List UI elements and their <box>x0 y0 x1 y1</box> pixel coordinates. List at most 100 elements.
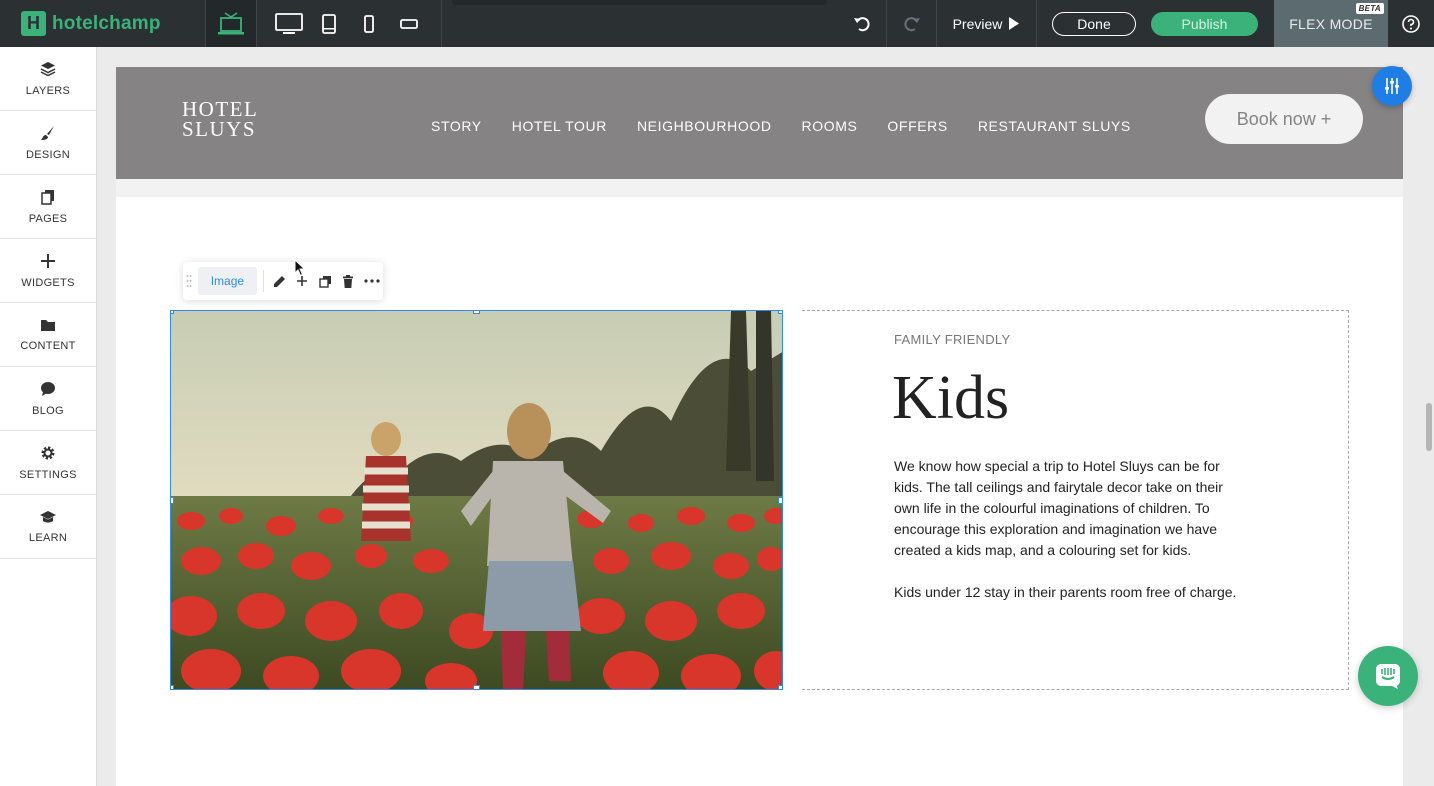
sidebar-item-label: SETTINGS <box>19 468 77 481</box>
editor-canvas: HOTEL SLUYS STORY HOTEL TOUR NEIGHBOURHO… <box>97 47 1434 786</box>
resize-handle-mr[interactable] <box>778 497 782 504</box>
section-eyebrow[interactable]: FAMILY FRIENDLY <box>894 332 1010 347</box>
body-paragraph-2: Kids under 12 stay in their parents room… <box>894 584 1237 600</box>
beta-badge: BETA <box>1355 3 1384 14</box>
device-switcher <box>257 0 442 47</box>
sidebar-item-settings[interactable]: SETTINGS <box>0 431 96 495</box>
layers-icon <box>40 61 56 76</box>
resize-handle-br[interactable] <box>778 685 782 689</box>
site-nav: STORY HOTEL TOUR NEIGHBOURHOOD ROOMS OFF… <box>431 118 1161 134</box>
nav-offers[interactable]: OFFERS <box>887 118 947 134</box>
redo-icon <box>903 16 920 31</box>
hotel-logo-line1: HOTEL <box>182 97 259 121</box>
desktop-view-button[interactable] <box>269 0 309 47</box>
sidebar-item-pages[interactable]: PAGES <box>0 175 96 239</box>
brush-icon <box>41 125 54 140</box>
drag-handle-icon[interactable] <box>183 262 196 300</box>
book-now-button[interactable]: Book now + <box>1205 94 1363 144</box>
resize-handle-tr[interactable] <box>778 311 782 314</box>
duplicate-icon <box>319 275 331 288</box>
mobile-landscape-icon <box>400 18 418 29</box>
play-icon <box>1009 17 1020 30</box>
logo-text: hotelchamp <box>52 12 161 34</box>
sidebar-item-label: LAYERS <box>25 84 71 97</box>
sidebar-item-label: DESIGN <box>26 148 70 161</box>
undo-icon <box>853 16 870 31</box>
left-sidebar: LAYERS DESIGN PAGES WIDGETS CONTENT BLOG <box>0 47 97 786</box>
duplicate-element-button[interactable] <box>314 262 337 300</box>
resize-handle-bl[interactable] <box>171 685 174 689</box>
delete-element-button[interactable] <box>337 262 360 300</box>
publish-button[interactable]: Publish <box>1151 11 1258 36</box>
sidebar-item-blog[interactable]: BLOG <box>0 367 96 431</box>
hotel-logo[interactable]: HOTEL SLUYS <box>182 97 259 141</box>
sidebar-item-content[interactable]: CONTENT <box>0 303 96 367</box>
logo-mark: H <box>21 11 46 36</box>
element-type-tag[interactable]: Image <box>197 267 257 295</box>
help-button[interactable] <box>1388 0 1434 47</box>
mouse-cursor-icon <box>294 259 306 277</box>
laptop-view-button[interactable] <box>206 0 257 47</box>
section-body[interactable]: We know how special a trip to Hotel Sluy… <box>894 456 1239 603</box>
nav-rooms[interactable]: ROOMS <box>802 118 858 134</box>
hotel-logo-line2: SLUYS <box>182 117 257 141</box>
sidebar-item-label: PAGES <box>28 212 68 225</box>
pages-icon <box>41 189 54 205</box>
site-header[interactable]: HOTEL SLUYS STORY HOTEL TOUR NEIGHBOURHO… <box>116 67 1403 179</box>
flex-mode-label: FLEX MODE <box>1289 15 1373 32</box>
laptop-icon <box>218 11 244 34</box>
flex-mode-button[interactable]: FLEX MODE BETA <box>1274 0 1388 47</box>
undo-button[interactable] <box>837 0 887 47</box>
site-page: HOTEL SLUYS STORY HOTEL TOUR NEIGHBOURHO… <box>116 67 1403 786</box>
element-toolbar: Image <box>183 262 383 300</box>
app-logo[interactable]: H hotelchamp <box>0 0 206 47</box>
chat-bubble-icon <box>1376 664 1400 689</box>
pencil-icon <box>273 275 285 287</box>
sidebar-item-design[interactable]: DESIGN <box>0 111 96 175</box>
page-scrollbar[interactable] <box>1426 403 1432 451</box>
graduation-cap-icon <box>40 510 56 522</box>
trash-icon <box>343 274 354 288</box>
topbar-spacer <box>442 0 837 47</box>
flex-settings-button[interactable] <box>1372 66 1412 106</box>
preview-button[interactable]: Preview <box>937 0 1037 47</box>
sidebar-item-label: LEARN <box>28 531 68 544</box>
more-icon <box>363 279 380 283</box>
preview-label: Preview <box>952 15 1003 32</box>
resize-handle-ml[interactable] <box>171 497 174 504</box>
done-button[interactable]: Done <box>1052 11 1136 36</box>
tulip-field-photo <box>171 311 782 689</box>
nav-hotel-tour[interactable]: HOTEL TOUR <box>512 118 607 134</box>
mobile-landscape-view-button[interactable] <box>389 0 429 47</box>
mobile-view-button[interactable] <box>349 0 389 47</box>
resize-handle-tl[interactable] <box>171 311 174 314</box>
header-divider <box>116 179 1403 197</box>
folder-icon <box>41 319 55 331</box>
sidebar-item-learn[interactable]: LEARN <box>0 495 96 559</box>
resize-handle-tc[interactable] <box>473 311 480 314</box>
section-title[interactable]: Kids <box>892 363 1009 434</box>
sidebar-item-label: BLOG <box>32 404 64 417</box>
chat-launcher-button[interactable] <box>1358 646 1418 706</box>
nav-neighbourhood[interactable]: NEIGHBOURHOOD <box>637 118 772 134</box>
mobile-icon <box>364 14 374 33</box>
more-options-button[interactable] <box>360 262 383 300</box>
sidebar-item-label: WIDGETS <box>21 276 75 289</box>
help-icon <box>1402 14 1420 33</box>
gear-icon <box>41 446 55 459</box>
body-paragraph-1: We know how special a trip to Hotel Sluy… <box>894 458 1223 558</box>
nav-restaurant-sluys[interactable]: RESTAURANT SLUYS <box>978 118 1131 134</box>
top-toolbar: H hotelchamp Preview Done Publish FLEX M… <box>0 0 1434 47</box>
sidebar-item-layers[interactable]: LAYERS <box>0 47 96 111</box>
sidebar-item-label: CONTENT <box>20 339 76 352</box>
tablet-view-button[interactable] <box>309 0 349 47</box>
edit-element-button[interactable] <box>268 262 291 300</box>
kids-tulip-image[interactable] <box>170 310 783 690</box>
resize-handle-bc[interactable] <box>473 685 480 689</box>
tablet-icon <box>322 13 336 34</box>
desktop-icon <box>275 12 303 34</box>
sidebar-item-widgets[interactable]: WIDGETS <box>0 239 96 303</box>
redo-button[interactable] <box>887 0 937 47</box>
nav-story[interactable]: STORY <box>431 118 482 134</box>
sliders-icon <box>1385 78 1399 94</box>
